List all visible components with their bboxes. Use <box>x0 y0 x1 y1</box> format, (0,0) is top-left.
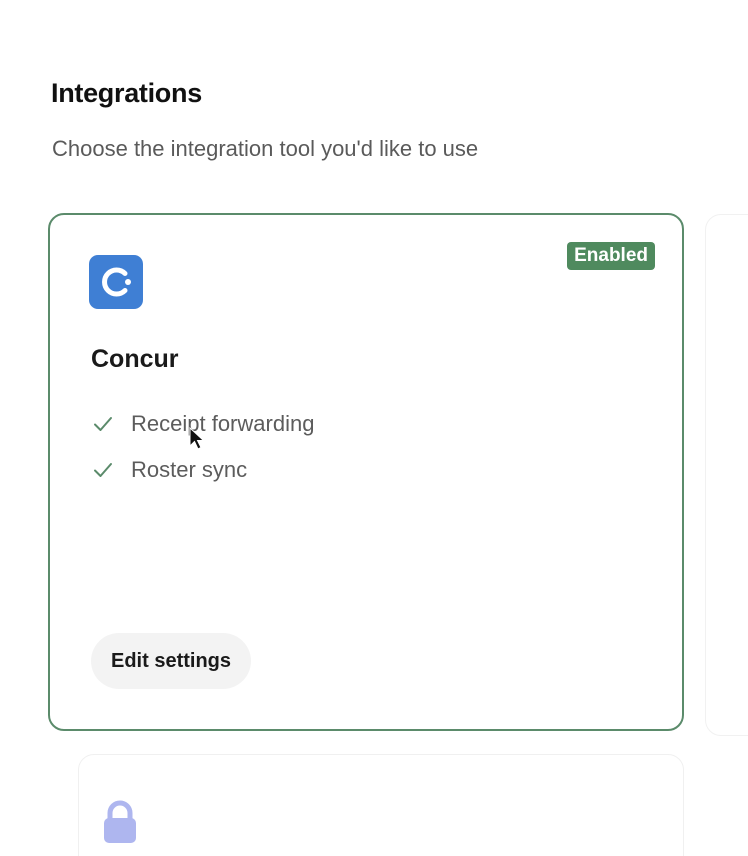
check-icon <box>91 412 115 436</box>
feature-list: Receipt forwarding Roster sync <box>91 401 314 493</box>
integration-card-concur[interactable]: Enabled Concur Receipt forwarding Roster… <box>48 213 684 731</box>
check-icon <box>91 458 115 482</box>
status-badge: Enabled <box>567 242 655 270</box>
lock-icon <box>99 799 141 848</box>
edit-settings-button[interactable]: Edit settings <box>91 633 252 689</box>
section-title: Integrations <box>51 78 202 108</box>
concur-logo-icon <box>89 255 143 309</box>
feature-item: Receipt forwarding <box>91 401 314 447</box>
next-column-card <box>705 214 748 736</box>
section-subtitle: Choose the integration tool you'd like t… <box>52 136 479 161</box>
feature-label: Receipt forwarding <box>131 411 315 436</box>
feature-item: Roster sync <box>91 447 314 493</box>
feature-label: Roster sync <box>131 457 248 482</box>
integration-name: Concur <box>91 345 179 373</box>
locked-integration-card[interactable] <box>78 754 684 856</box>
integrations-page: Integrations Choose the integration tool… <box>0 0 748 856</box>
